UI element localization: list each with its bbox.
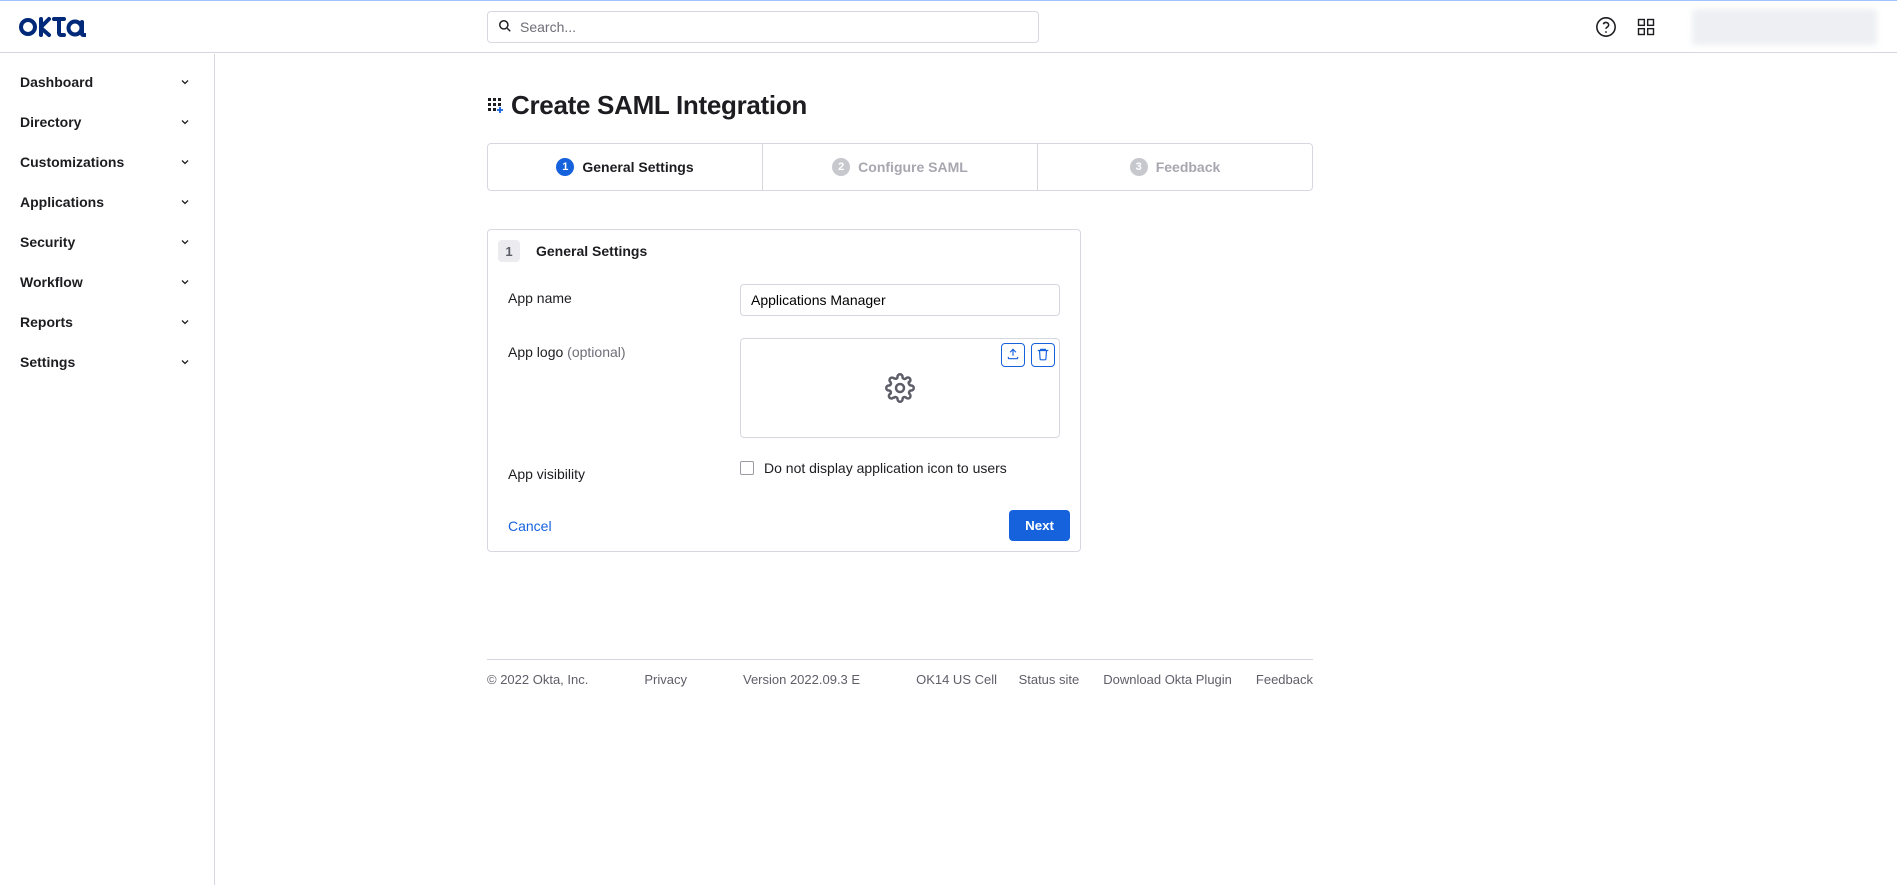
visibility-checkbox-label: Do not display application icon to users: [764, 460, 1007, 476]
apps-grid-icon[interactable]: [1635, 16, 1657, 38]
okta-logo[interactable]: [18, 15, 86, 39]
chevron-down-icon: [178, 155, 192, 169]
step-number: 3: [1130, 158, 1148, 176]
sidebar-item-label: Applications: [20, 194, 104, 210]
footer-status-link[interactable]: Status site: [1019, 672, 1080, 687]
sidebar-item-applications[interactable]: Applications: [0, 182, 214, 222]
chevron-down-icon: [178, 115, 192, 129]
wizard-steps: 1 General Settings 2 Configure SAML 3 Fe…: [487, 143, 1313, 191]
step-label: Feedback: [1156, 159, 1221, 175]
footer-version: Version 2022.09.3 E: [743, 672, 860, 687]
step-label: General Settings: [582, 159, 693, 175]
step-configure-saml[interactable]: 2 Configure SAML: [762, 144, 1037, 190]
footer-copyright: © 2022 Okta, Inc.: [487, 672, 588, 687]
gear-icon: [885, 373, 915, 403]
chevron-down-icon: [178, 75, 192, 89]
step-number: 1: [556, 158, 574, 176]
sidebar-item-customizations[interactable]: Customizations: [0, 142, 214, 182]
global-search[interactable]: [487, 11, 1039, 43]
chevron-down-icon: [178, 235, 192, 249]
chevron-down-icon: [178, 355, 192, 369]
sidebar-item-directory[interactable]: Directory: [0, 102, 214, 142]
sidebar-item-label: Settings: [20, 354, 75, 370]
step-general-settings[interactable]: 1 General Settings: [488, 144, 762, 190]
page-title-text: Create SAML Integration: [511, 90, 807, 121]
step-label: Configure SAML: [858, 159, 968, 175]
app-logo-label: App logo (optional): [508, 338, 720, 360]
step-number: 2: [832, 158, 850, 176]
next-button[interactable]: Next: [1009, 510, 1070, 541]
chevron-down-icon: [178, 275, 192, 289]
visibility-checkbox[interactable]: [740, 461, 754, 475]
wizard-icon: [487, 97, 505, 115]
panel-header: 1 General Settings: [488, 230, 1080, 272]
footer-feedback-link[interactable]: Feedback: [1256, 672, 1313, 687]
panel-step-number: 1: [498, 240, 520, 262]
sidebar-item-label: Customizations: [20, 154, 124, 170]
chevron-down-icon: [178, 315, 192, 329]
upload-icon: [1006, 347, 1020, 364]
trash-icon: [1036, 347, 1050, 364]
main-content: Create SAML Integration 1 General Settin…: [215, 54, 1897, 552]
footer-cell: OK14 US Cell: [916, 672, 997, 687]
page-title: Create SAML Integration: [487, 90, 1313, 121]
footer: © 2022 Okta, Inc. Privacy Version 2022.0…: [487, 659, 1313, 687]
sidebar-item-dashboard[interactable]: Dashboard: [0, 62, 214, 102]
app-logo-dropzone[interactable]: [740, 338, 1060, 438]
app-logo-row: App logo (optional): [508, 338, 1060, 438]
sidebar-item-settings[interactable]: Settings: [0, 342, 214, 382]
footer-download-link[interactable]: Download Okta Plugin: [1103, 672, 1232, 687]
upload-logo-button[interactable]: [1001, 343, 1025, 367]
search-icon: [498, 19, 512, 36]
chevron-down-icon: [178, 195, 192, 209]
sidebar-item-label: Dashboard: [20, 74, 93, 90]
topbar: [0, 1, 1897, 53]
sidebar-item-workflow[interactable]: Workflow: [0, 262, 214, 302]
cancel-link[interactable]: Cancel: [508, 518, 552, 534]
sidebar-item-label: Directory: [20, 114, 81, 130]
sidebar-item-label: Reports: [20, 314, 73, 330]
help-icon[interactable]: [1595, 16, 1617, 38]
search-input[interactable]: [518, 18, 1028, 36]
sidebar-item-label: Workflow: [20, 274, 83, 290]
sidebar: Dashboard Directory Customizations Appli…: [0, 54, 215, 885]
app-visibility-row: App visibility Do not display applicatio…: [508, 460, 1060, 482]
app-visibility-label: App visibility: [508, 460, 720, 482]
footer-privacy-link[interactable]: Privacy: [644, 672, 687, 687]
app-name-label: App name: [508, 284, 720, 306]
delete-logo-button[interactable]: [1031, 343, 1055, 367]
app-name-row: App name: [508, 284, 1060, 316]
step-feedback[interactable]: 3 Feedback: [1037, 144, 1312, 190]
general-settings-panel: 1 General Settings App name App logo (op…: [487, 229, 1081, 552]
user-menu[interactable]: [1692, 9, 1877, 45]
sidebar-item-reports[interactable]: Reports: [0, 302, 214, 342]
panel-title: General Settings: [536, 243, 647, 259]
app-name-input[interactable]: [740, 284, 1060, 316]
sidebar-item-security[interactable]: Security: [0, 222, 214, 262]
sidebar-item-label: Security: [20, 234, 75, 250]
